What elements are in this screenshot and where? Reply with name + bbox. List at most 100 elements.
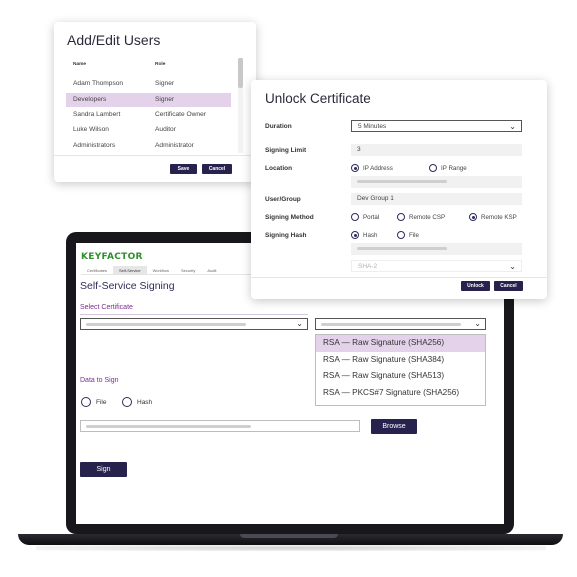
dropdown-option[interactable]: RSA — Raw Signature (SHA384) <box>316 352 485 369</box>
dialog-divider <box>251 277 547 278</box>
dropdown-option[interactable]: RSA — Raw Signature (SHA256) <box>316 335 485 352</box>
tab-certificates[interactable]: Certificates <box>81 266 113 274</box>
keyfactor-logo: KEYFACTOR <box>81 252 143 262</box>
user-role: Signer <box>155 96 175 103</box>
select-certificate-label: Select Certificate <box>80 304 133 311</box>
location-label: Location <box>265 165 293 172</box>
scrollbar-thumb[interactable] <box>238 58 243 88</box>
radio-unchecked-icon[interactable] <box>122 397 132 407</box>
radio-portal[interactable]: Portal <box>351 213 379 221</box>
radio-hash-label: Hash <box>137 398 153 406</box>
radio-checked-icon[interactable] <box>81 397 91 407</box>
tab-workflow[interactable]: Workflow <box>147 266 175 274</box>
radio-unchecked-icon[interactable] <box>429 164 437 172</box>
dialog-title: Add/Edit Users <box>67 32 161 48</box>
user-role: Administrator <box>155 142 194 149</box>
dropdown-option[interactable]: RSA — PKCS#7 Signature (SHA256) <box>316 385 485 402</box>
signing-hash-label: Signing Hash <box>265 232 307 239</box>
radio-unchecked-icon[interactable] <box>397 231 405 239</box>
table-row[interactable]: Sandra Lambert Certificate Owner <box>66 108 231 122</box>
user-role: Certificate Owner <box>155 111 206 118</box>
user-role: Signer <box>155 80 175 87</box>
radio-remote-ksp[interactable]: Remote KSP <box>469 213 517 221</box>
chevron-down-icon: ⌄ <box>296 319 303 328</box>
laptop-notch <box>240 534 338 538</box>
certificate-select[interactable]: ⌄ <box>80 318 308 330</box>
radio-unchecked-icon[interactable] <box>351 213 359 221</box>
browse-button[interactable]: Browse <box>371 419 417 434</box>
chevron-down-icon: ⌄ <box>509 122 516 131</box>
duration-label: Duration <box>265 123 292 130</box>
table-row[interactable]: Developers Signer <box>66 93 231 107</box>
placeholder-bar <box>321 323 461 326</box>
page-title: Self-Service Signing <box>80 280 175 292</box>
table-row[interactable]: Adam Thompson Signer <box>66 77 231 91</box>
chevron-down-icon: ⌄ <box>509 262 516 271</box>
tab-self-service[interactable]: Self-Service <box>113 266 147 274</box>
unlock-button[interactable]: Unlock <box>461 281 490 291</box>
data-to-sign-label: Data to Sign <box>80 377 119 384</box>
radio-file-label: File <box>96 398 107 406</box>
chevron-down-icon: ⌄ <box>474 319 481 328</box>
radio-unchecked-icon[interactable] <box>397 213 405 221</box>
add-edit-users-dialog: Add/Edit Users Name Role Adam Thompson S… <box>54 22 256 182</box>
placeholder-bar <box>86 323 246 326</box>
section-underline <box>80 314 308 315</box>
radio-label: Remote CSP <box>409 213 446 221</box>
user-group-label: User/Group <box>265 196 301 203</box>
signature-type-select[interactable]: ⌄ <box>315 318 486 330</box>
radio-checked-icon[interactable] <box>469 213 477 221</box>
radio-label: IP Range <box>441 164 467 172</box>
user-group-input[interactable]: Dev Group 1 <box>351 193 522 205</box>
dialog-title: Unlock Certificate <box>265 91 371 106</box>
sign-button[interactable]: Sign <box>80 462 127 477</box>
column-header-role: Role <box>155 62 166 67</box>
hash-algorithm-value: SHA-2 <box>358 263 378 270</box>
user-name: Adam Thompson <box>73 80 124 87</box>
column-header-name: Name <box>73 62 87 67</box>
nav-divider <box>81 274 261 275</box>
radio-checked-icon[interactable] <box>351 164 359 172</box>
radio-file[interactable]: File <box>397 231 419 239</box>
radio-label: Portal <box>363 213 380 221</box>
cancel-button[interactable]: Cancel <box>494 281 523 291</box>
radio-ip-range[interactable]: IP Range <box>429 164 467 172</box>
user-role: Auditor <box>155 126 176 133</box>
user-group-value: Dev Group 1 <box>357 195 394 202</box>
cancel-button[interactable]: Cancel <box>202 164 232 174</box>
save-button[interactable]: Save <box>170 164 197 174</box>
radio-file[interactable]: File <box>81 397 106 407</box>
top-nav: Certificates Self-Service Workflow Secur… <box>81 266 223 274</box>
user-name: Sandra Lambert <box>73 111 121 118</box>
radio-ip-address[interactable]: IP Address <box>351 164 393 172</box>
user-name: Developers <box>73 96 107 103</box>
hash-input[interactable] <box>351 243 522 255</box>
user-name: Luke Wilson <box>73 126 109 133</box>
table-row[interactable]: Luke Wilson Auditor <box>66 123 231 137</box>
placeholder-bar <box>357 180 447 183</box>
placeholder-bar <box>86 425 251 428</box>
tab-audit[interactable]: Audit <box>201 266 222 274</box>
file-path-input[interactable] <box>80 420 360 432</box>
placeholder-bar <box>357 247 447 250</box>
radio-remote-csp[interactable]: Remote CSP <box>397 213 445 221</box>
hash-algorithm-select[interactable]: SHA-2 ⌄ <box>351 260 522 272</box>
radio-checked-icon[interactable] <box>351 231 359 239</box>
signing-method-label: Signing Method <box>265 214 314 221</box>
table-row[interactable]: Administrators Administrator <box>66 139 231 153</box>
dropdown-option[interactable]: RSA — Raw Signature (SHA513) <box>316 368 485 385</box>
marketing-composite: KEYFACTOR Certificates Self-Service Work… <box>0 0 577 577</box>
signing-limit-input[interactable]: 3 <box>351 144 522 156</box>
radio-label: IP Address <box>363 164 393 172</box>
radio-label: File <box>409 231 419 239</box>
unlock-certificate-dialog: Unlock Certificate Duration 5 Minutes ⌄ … <box>251 80 547 299</box>
radio-hash[interactable]: Hash <box>351 231 377 239</box>
duration-select[interactable]: 5 Minutes ⌄ <box>351 120 522 132</box>
duration-value: 5 Minutes <box>358 123 387 130</box>
signing-limit-value: 3 <box>357 146 361 153</box>
laptop-shadow <box>36 545 546 551</box>
radio-label: Remote KSP <box>481 213 517 221</box>
location-input[interactable] <box>351 176 522 188</box>
radio-hash[interactable]: Hash <box>122 397 152 407</box>
tab-security[interactable]: Security <box>175 266 201 274</box>
